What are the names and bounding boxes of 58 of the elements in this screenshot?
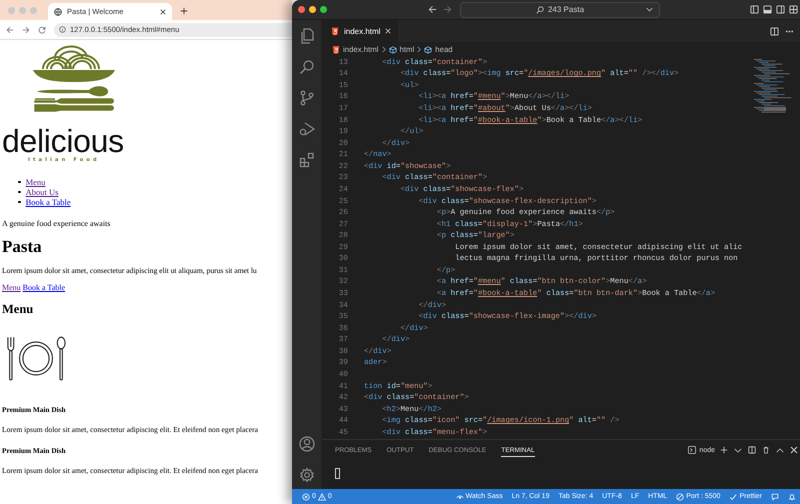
info-icon[interactable] — [59, 26, 66, 33]
trash-icon[interactable] — [762, 446, 770, 454]
toggle-panel-icon[interactable] — [763, 5, 772, 14]
command-center[interactable]: 243 Pasta — [460, 2, 660, 18]
chevron-right-icon — [382, 46, 386, 53]
files-icon[interactable] — [298, 28, 314, 44]
bell-icon[interactable] — [788, 492, 796, 500]
account-icon[interactable] — [298, 436, 314, 452]
split-editor-icon[interactable] — [770, 26, 779, 36]
nav-link[interactable]: About Us — [26, 187, 58, 197]
forward-arrow-icon[interactable] — [22, 26, 30, 34]
toggle-sidebar-icon[interactable] — [750, 5, 759, 14]
bullet-icon — [18, 200, 21, 204]
reload-icon[interactable] — [38, 26, 46, 34]
editor-tab[interactable]: index.html — [322, 20, 398, 42]
chevron-down-icon[interactable] — [646, 6, 653, 12]
circle-slash-icon — [676, 492, 684, 500]
forward-arrow-icon[interactable] — [443, 5, 452, 14]
search-icon[interactable] — [298, 59, 314, 75]
bullet-icon — [18, 190, 21, 194]
back-arrow-icon[interactable] — [6, 26, 14, 34]
bullet-icon — [18, 180, 21, 184]
toggle-secondary-sidebar-icon[interactable] — [776, 5, 785, 14]
run-debug-icon[interactable] — [298, 121, 314, 137]
search-icon — [536, 6, 544, 14]
nav-link[interactable]: Menu — [26, 177, 46, 187]
html-file-icon — [331, 26, 339, 36]
settings-icon[interactable] — [298, 467, 314, 483]
warning-icon — [318, 492, 326, 500]
hero-link[interactable]: Menu — [2, 283, 21, 292]
html-file-icon — [332, 46, 340, 54]
close-icon[interactable] — [160, 8, 166, 14]
eye-icon — [456, 492, 464, 500]
cube-icon — [388, 46, 397, 54]
error-icon — [302, 492, 310, 500]
source-control-icon[interactable] — [298, 90, 314, 106]
nav-link[interactable]: Book a Table — [26, 197, 71, 207]
extensions-icon[interactable] — [298, 152, 314, 168]
back-arrow-icon[interactable] — [428, 5, 437, 14]
check-icon — [729, 492, 738, 500]
page-heading: Pasta — [2, 237, 43, 257]
terminal-cursor — [335, 468, 340, 479]
feedback-icon[interactable] — [771, 492, 779, 500]
section-heading: Menu — [2, 301, 34, 317]
layout-grid-icon[interactable] — [789, 5, 798, 14]
tagline-text: A genuine food experience awaits — [2, 219, 112, 228]
plate-cutlery-icon — [5, 335, 67, 382]
terminal-icon — [688, 446, 696, 454]
globe-icon — [54, 8, 62, 16]
hero-link[interactable]: Book a Table — [22, 283, 66, 292]
cube-icon — [424, 46, 432, 54]
split-terminal-icon[interactable] — [748, 446, 756, 454]
chevron-up-icon[interactable] — [776, 448, 784, 452]
new-tab-icon[interactable] — [180, 7, 188, 15]
chevron-down-icon[interactable] — [734, 448, 742, 452]
chevron-right-icon — [417, 46, 422, 53]
logo-wordmark: delicious — [2, 126, 124, 156]
plus-icon[interactable] — [720, 446, 728, 454]
